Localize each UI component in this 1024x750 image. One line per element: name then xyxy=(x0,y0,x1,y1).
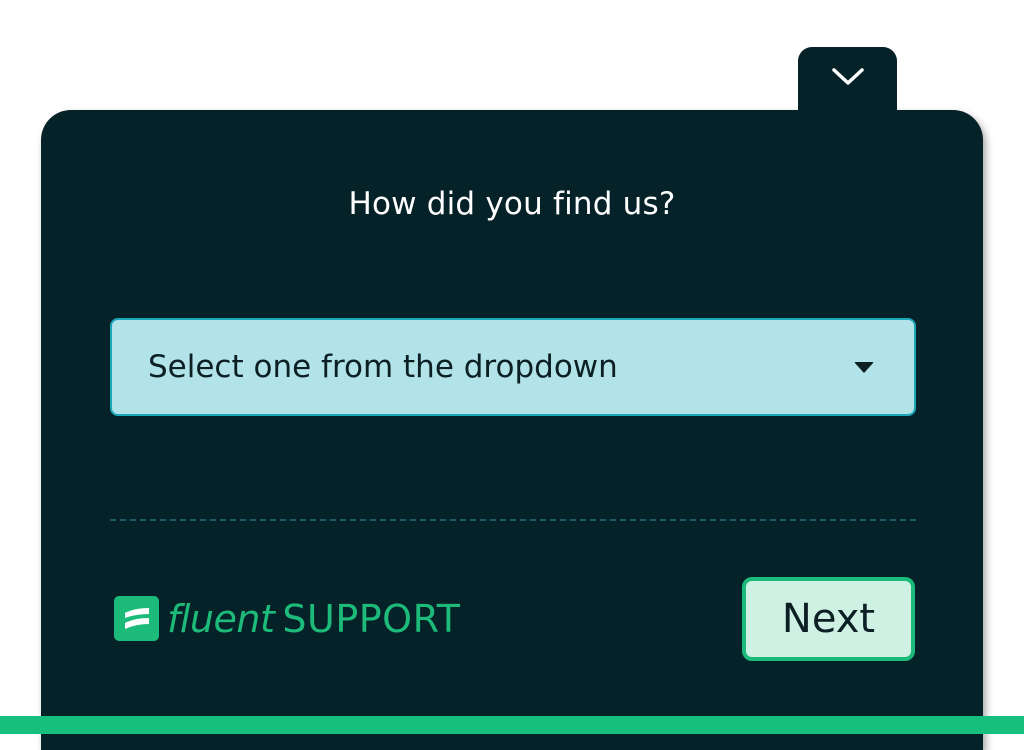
survey-panel: How did you find us? Select one from the… xyxy=(41,110,983,750)
brand-fluent-text: fluent xyxy=(167,596,275,641)
question-heading: How did you find us? xyxy=(348,186,676,222)
caret-down-icon xyxy=(854,361,874,373)
fluent-support-logo-icon xyxy=(114,596,159,641)
bottom-accent-bar xyxy=(0,716,1024,734)
source-dropdown[interactable]: Select one from the dropdown xyxy=(110,318,916,416)
collapse-toggle-button[interactable] xyxy=(798,47,897,117)
dropdown-placeholder: Select one from the dropdown xyxy=(148,349,618,385)
chevron-down-icon xyxy=(831,68,864,85)
dashed-divider xyxy=(110,519,916,521)
fluent-support-logo: fluent SUPPORT xyxy=(114,596,460,641)
brand-support-text: SUPPORT xyxy=(282,596,461,641)
next-button[interactable]: Next xyxy=(742,577,915,661)
